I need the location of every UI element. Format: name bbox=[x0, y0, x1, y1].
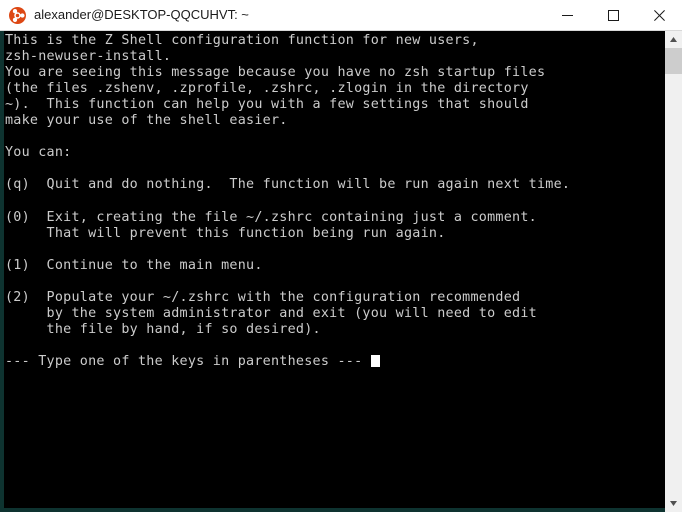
terminal-body[interactable]: This is the Z Shell configuration functi… bbox=[0, 31, 682, 512]
close-icon bbox=[653, 9, 665, 21]
terminal-output: This is the Z Shell configuration functi… bbox=[5, 33, 570, 370]
terminal-line: (2) Populate your ~/.zshrc with the conf… bbox=[5, 289, 521, 305]
chevron-down-icon bbox=[670, 501, 677, 506]
terminal-line: This is the Z Shell configuration functi… bbox=[5, 33, 479, 48]
terminal-line: make your use of the shell easier. bbox=[5, 113, 288, 129]
maximize-button[interactable] bbox=[590, 0, 636, 30]
terminal-line: the file by hand, if so desired). bbox=[5, 321, 321, 337]
terminal-line: --- Type one of the keys in parentheses … bbox=[5, 354, 570, 370]
ubuntu-icon bbox=[9, 7, 26, 24]
terminal-line: (0) Exit, creating the file ~/.zshrc con… bbox=[5, 209, 537, 225]
terminal-line: (q) Quit and do nothing. The function wi… bbox=[5, 177, 571, 193]
terminal-line: That will prevent this function being ru… bbox=[5, 225, 446, 241]
vertical-scrollbar[interactable] bbox=[665, 31, 682, 512]
terminal-line: You are seeing this message because you … bbox=[5, 65, 546, 81]
terminal-line: You can: bbox=[5, 145, 72, 161]
window-title: alexander@DESKTOP-QQCUHVT: ~ bbox=[34, 7, 249, 22]
scrollbar-thumb[interactable] bbox=[665, 48, 682, 74]
title-bar[interactable]: alexander@DESKTOP-QQCUHVT: ~ bbox=[0, 0, 682, 31]
terminal-line: (the files .zshenv, .zprofile, .zshrc, .… bbox=[5, 81, 529, 97]
terminal-line: ~). This function can help you with a fe… bbox=[5, 97, 529, 113]
minimize-button[interactable] bbox=[544, 0, 590, 30]
terminal-screen[interactable]: This is the Z Shell configuration functi… bbox=[4, 31, 665, 508]
terminal-line: by the system administrator and exit (yo… bbox=[5, 305, 537, 321]
scroll-up-button[interactable] bbox=[665, 31, 682, 48]
scroll-down-button[interactable] bbox=[665, 495, 682, 512]
maximize-icon bbox=[607, 9, 619, 21]
terminal-line: (1) Continue to the main menu. bbox=[5, 257, 263, 273]
chevron-up-icon bbox=[670, 37, 677, 42]
close-button[interactable] bbox=[636, 0, 682, 30]
minimize-icon bbox=[561, 14, 573, 16]
terminal-line: zsh-newuser-install. bbox=[5, 49, 172, 65]
scrollbar-track[interactable] bbox=[665, 48, 682, 495]
terminal-window: alexander@DESKTOP-QQCUHVT: ~ This is the… bbox=[0, 0, 682, 512]
terminal-cursor bbox=[370, 354, 381, 367]
